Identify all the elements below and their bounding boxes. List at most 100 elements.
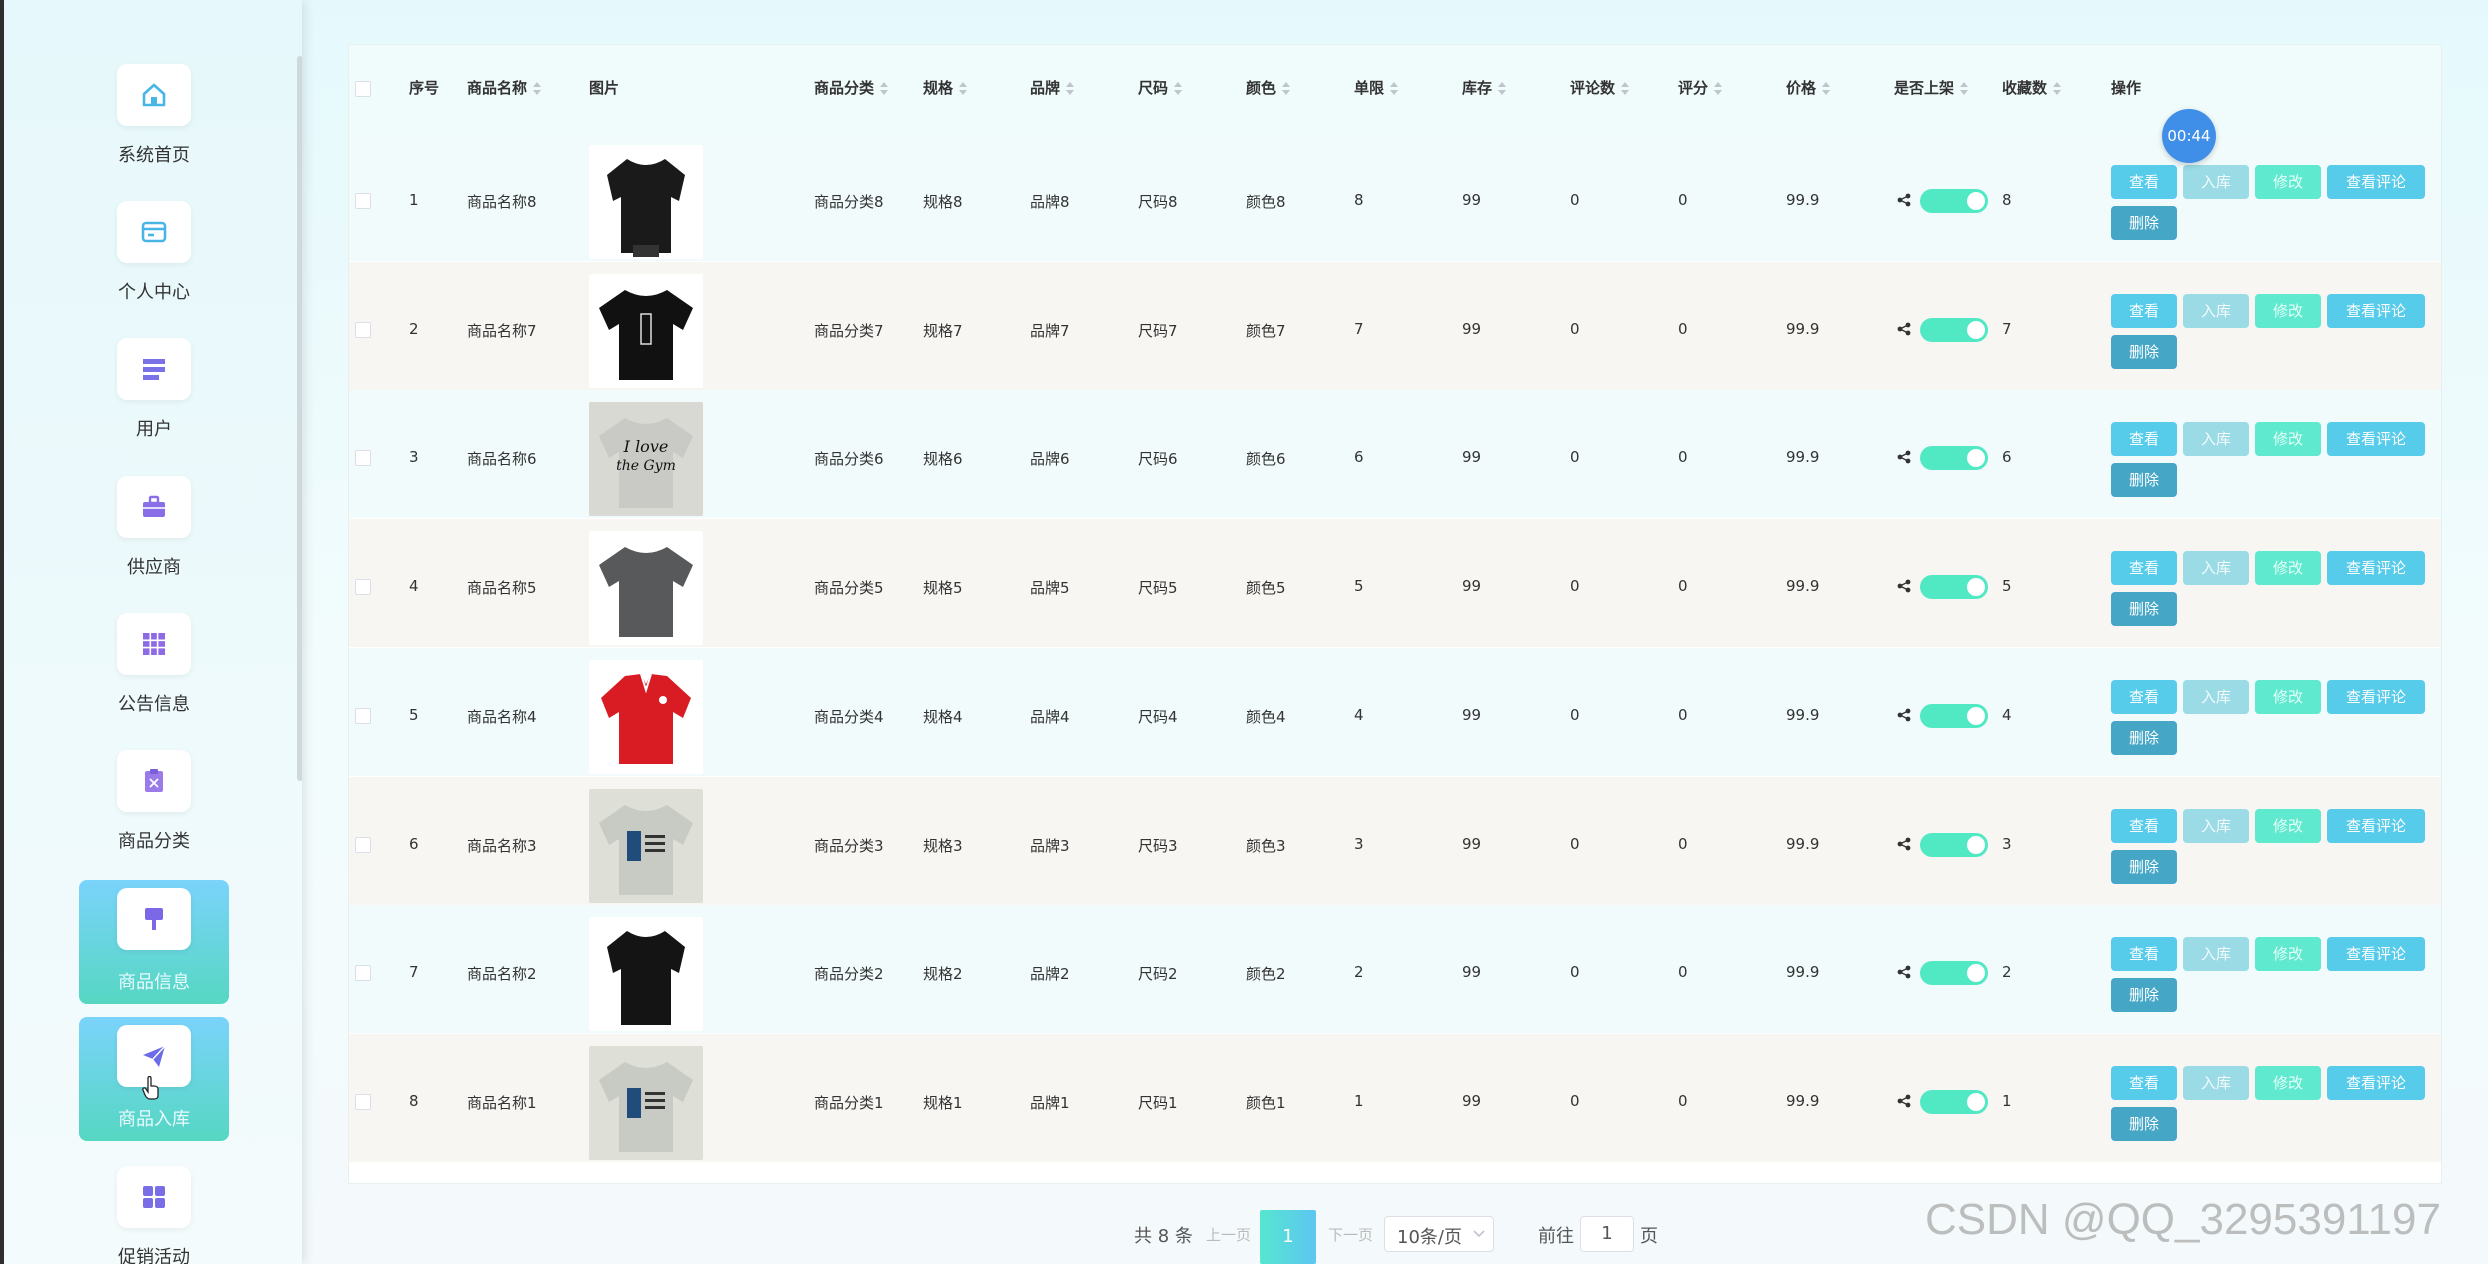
page-size-select[interactable]: 10条/页 xyxy=(1384,1216,1494,1252)
sort-caret-icon[interactable] xyxy=(880,81,889,96)
stock-in-button[interactable]: 入库 xyxy=(2183,1065,2249,1100)
product-image[interactable] xyxy=(589,531,703,646)
delete-button[interactable]: 删除 xyxy=(2111,720,2177,755)
view-button[interactable]: 查看 xyxy=(2111,679,2177,714)
on-shelf-toggle[interactable] xyxy=(1920,703,1988,728)
view-reviews-button[interactable]: 查看评论 xyxy=(2327,808,2425,843)
stock-in-button[interactable]: 入库 xyxy=(2183,293,2249,328)
column-header-7[interactable]: 尺码 xyxy=(1138,77,1183,98)
edit-button[interactable]: 修改 xyxy=(2255,937,2321,972)
stock-in-button[interactable]: 入库 xyxy=(2183,551,2249,586)
product-image[interactable] xyxy=(589,659,703,774)
edit-button[interactable]: 修改 xyxy=(2255,551,2321,586)
column-header-5[interactable]: 规格 xyxy=(923,77,968,98)
on-shelf-toggle[interactable] xyxy=(1920,189,1988,213)
column-header-6[interactable]: 品牌 xyxy=(1030,77,1075,98)
column-header-2[interactable]: 商品名称 xyxy=(467,77,542,98)
view-button[interactable]: 查看 xyxy=(2111,165,2177,199)
stock-in-button[interactable]: 入库 xyxy=(2183,808,2249,843)
share-icon[interactable] xyxy=(1897,708,1911,722)
column-header-14[interactable]: 是否上架 xyxy=(1894,77,1969,98)
column-header-4[interactable]: 商品分类 xyxy=(814,77,889,98)
sort-caret-icon[interactable] xyxy=(533,81,542,96)
product-image[interactable] xyxy=(589,917,703,1032)
sort-caret-icon[interactable] xyxy=(1390,81,1399,96)
row-checkbox[interactable] xyxy=(355,707,371,724)
sidebar-item-5[interactable]: 公告信息 xyxy=(79,613,229,737)
share-icon[interactable] xyxy=(1897,322,1911,336)
view-reviews-button[interactable]: 查看评论 xyxy=(2327,293,2425,328)
view-reviews-button[interactable]: 查看评论 xyxy=(2327,165,2425,199)
sort-caret-icon[interactable] xyxy=(1282,81,1291,96)
column-header-15[interactable]: 收藏数 xyxy=(2002,77,2062,98)
sort-caret-icon[interactable] xyxy=(1822,81,1831,96)
view-button[interactable]: 查看 xyxy=(2111,1065,2177,1100)
view-button[interactable]: 查看 xyxy=(2111,551,2177,586)
edit-button[interactable]: 修改 xyxy=(2255,1065,2321,1100)
sort-caret-icon[interactable] xyxy=(1498,81,1507,96)
delete-button[interactable]: 删除 xyxy=(2111,849,2177,884)
goto-page-input[interactable]: 1 xyxy=(1580,1216,1634,1252)
sidebar-item-4[interactable]: 供应商 xyxy=(79,476,229,600)
on-shelf-toggle[interactable] xyxy=(1920,575,1988,600)
view-reviews-button[interactable]: 查看评论 xyxy=(2327,679,2425,714)
product-image[interactable] xyxy=(589,788,703,903)
page-1-button[interactable]: 1 xyxy=(1260,1210,1316,1264)
row-checkbox[interactable] xyxy=(355,579,371,596)
sidebar-item-7[interactable]: 商品信息 xyxy=(79,880,229,1004)
stock-in-button[interactable]: 入库 xyxy=(2183,422,2249,457)
column-header-12[interactable]: 评分 xyxy=(1678,77,1723,98)
row-checkbox[interactable] xyxy=(355,1093,371,1110)
share-icon[interactable] xyxy=(1897,965,1911,979)
view-reviews-button[interactable]: 查看评论 xyxy=(2327,551,2425,586)
sidebar-item-6[interactable]: 商品分类 xyxy=(79,750,229,874)
column-header-10[interactable]: 库存 xyxy=(1462,77,1507,98)
stock-in-button[interactable]: 入库 xyxy=(2183,679,2249,714)
view-reviews-button[interactable]: 查看评论 xyxy=(2327,937,2425,972)
delete-button[interactable]: 删除 xyxy=(2111,1106,2177,1141)
edit-button[interactable]: 修改 xyxy=(2255,422,2321,457)
delete-button[interactable]: 删除 xyxy=(2111,463,2177,498)
sort-caret-icon[interactable] xyxy=(1960,81,1969,96)
on-shelf-toggle[interactable] xyxy=(1920,961,1988,986)
edit-button[interactable]: 修改 xyxy=(2255,165,2321,199)
column-header-11[interactable]: 评论数 xyxy=(1570,77,1630,98)
share-icon[interactable] xyxy=(1897,193,1911,207)
edit-button[interactable]: 修改 xyxy=(2255,293,2321,328)
share-icon[interactable] xyxy=(1897,450,1911,464)
sidebar-item-3[interactable]: 用户 xyxy=(79,338,229,462)
edit-button[interactable]: 修改 xyxy=(2255,808,2321,843)
column-header-13[interactable]: 价格 xyxy=(1786,77,1831,98)
next-page-button[interactable]: 下一页 xyxy=(1328,1224,1373,1245)
view-reviews-button[interactable]: 查看评论 xyxy=(2327,1065,2425,1100)
sort-caret-icon[interactable] xyxy=(1714,81,1723,96)
sort-caret-icon[interactable] xyxy=(1621,81,1630,96)
prev-page-button[interactable]: 上一页 xyxy=(1206,1224,1251,1245)
share-icon[interactable] xyxy=(1897,1094,1911,1108)
sort-caret-icon[interactable] xyxy=(1174,81,1183,96)
sidebar-item-9[interactable]: 促销活动 xyxy=(79,1166,229,1264)
delete-button[interactable]: 删除 xyxy=(2111,206,2177,240)
share-icon[interactable] xyxy=(1897,837,1911,851)
on-shelf-toggle[interactable] xyxy=(1920,446,1988,471)
stock-in-button[interactable]: 入库 xyxy=(2183,937,2249,972)
row-checkbox[interactable] xyxy=(355,193,371,209)
sidebar-item-1[interactable]: 系统首页 xyxy=(79,64,229,188)
product-image[interactable] xyxy=(589,273,703,388)
row-checkbox[interactable] xyxy=(355,965,371,982)
row-checkbox[interactable] xyxy=(355,836,371,853)
product-image[interactable] xyxy=(589,1045,703,1160)
select-all-checkbox[interactable] xyxy=(355,81,371,97)
on-shelf-toggle[interactable] xyxy=(1920,832,1988,857)
row-checkbox[interactable] xyxy=(355,450,371,467)
view-reviews-button[interactable]: 查看评论 xyxy=(2327,422,2425,457)
view-button[interactable]: 查看 xyxy=(2111,293,2177,328)
sidebar-item-2[interactable]: 个人中心 xyxy=(79,201,229,325)
on-shelf-toggle[interactable] xyxy=(1920,1089,1988,1114)
row-checkbox[interactable] xyxy=(355,321,371,338)
view-button[interactable]: 查看 xyxy=(2111,808,2177,843)
view-button[interactable]: 查看 xyxy=(2111,937,2177,972)
sort-caret-icon[interactable] xyxy=(1066,81,1075,96)
share-icon[interactable] xyxy=(1897,579,1911,593)
stock-in-button[interactable]: 入库 xyxy=(2183,165,2249,199)
